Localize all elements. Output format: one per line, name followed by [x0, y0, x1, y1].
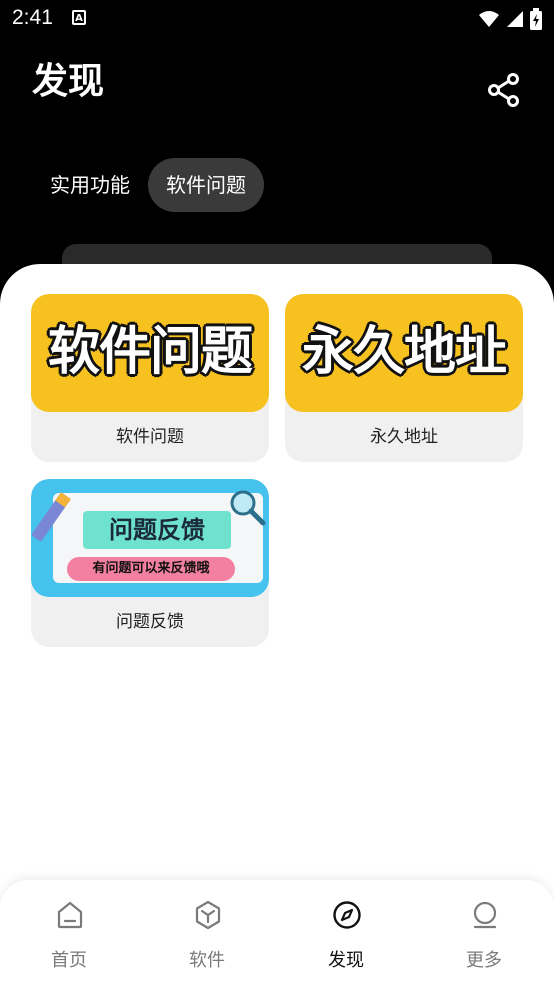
- notification-icon: A: [72, 10, 86, 25]
- card-feedback[interactable]: 问题反馈 有问题可以来反馈哦 问题反馈: [31, 479, 269, 647]
- share-button[interactable]: [486, 72, 522, 108]
- card-thumbnail: 永久地址: [285, 294, 523, 412]
- nav-item-discover[interactable]: 发现: [277, 880, 415, 985]
- nav-label: 发现: [328, 950, 364, 971]
- card-label: 软件问题: [116, 427, 184, 447]
- magnifier-icon: [230, 490, 266, 526]
- content-sheet: 软件问题 软件问题 永久地址 永久地址 问题反馈 有问题可以来反馈哦 问题反馈: [0, 264, 554, 985]
- signal-icon: [507, 11, 523, 27]
- bottom-nav: 首页 软件 发现 更多: [0, 880, 554, 985]
- wifi-icon: [479, 11, 499, 27]
- card-label: 永久地址: [370, 427, 438, 447]
- thumbnail-text: 永久地址: [301, 322, 507, 382]
- nav-label: 首页: [51, 950, 87, 971]
- tab-software-issues[interactable]: 软件问题: [148, 158, 264, 212]
- card-label: 问题反馈: [116, 612, 184, 632]
- card-thumbnail: 软件问题: [31, 294, 269, 412]
- category-tabs: 实用功能 软件问题: [32, 158, 264, 212]
- card-thumbnail: 问题反馈 有问题可以来反馈哦: [31, 479, 269, 597]
- pencil-icon: [31, 492, 71, 541]
- nav-item-home[interactable]: 首页: [0, 880, 138, 985]
- tab-practical-functions[interactable]: 实用功能: [32, 158, 148, 212]
- profile-icon: [473, 901, 497, 929]
- status-time: 2:41: [12, 6, 53, 29]
- nav-label: 更多: [466, 950, 502, 971]
- page-title: 发现: [32, 61, 105, 102]
- cube-icon: [195, 900, 221, 930]
- nav-item-software[interactable]: 软件: [138, 880, 276, 985]
- battery-icon: [530, 8, 542, 30]
- thumbnail-text: 软件问题: [47, 322, 253, 382]
- status-bar: 2:41 A: [0, 0, 554, 38]
- card-software-issues[interactable]: 软件问题 软件问题: [31, 294, 269, 462]
- compass-icon: [333, 901, 361, 929]
- home-icon: [57, 901, 83, 929]
- status-icons: [478, 8, 542, 30]
- share-icon: [488, 73, 519, 107]
- card-permanent-address[interactable]: 永久地址 永久地址: [285, 294, 523, 462]
- nav-label: 软件: [189, 950, 225, 971]
- thumbnail-title: 问题反馈: [83, 511, 231, 549]
- thumbnail-subtitle: 有问题可以来反馈哦: [67, 557, 235, 581]
- nav-item-more[interactable]: 更多: [415, 880, 553, 985]
